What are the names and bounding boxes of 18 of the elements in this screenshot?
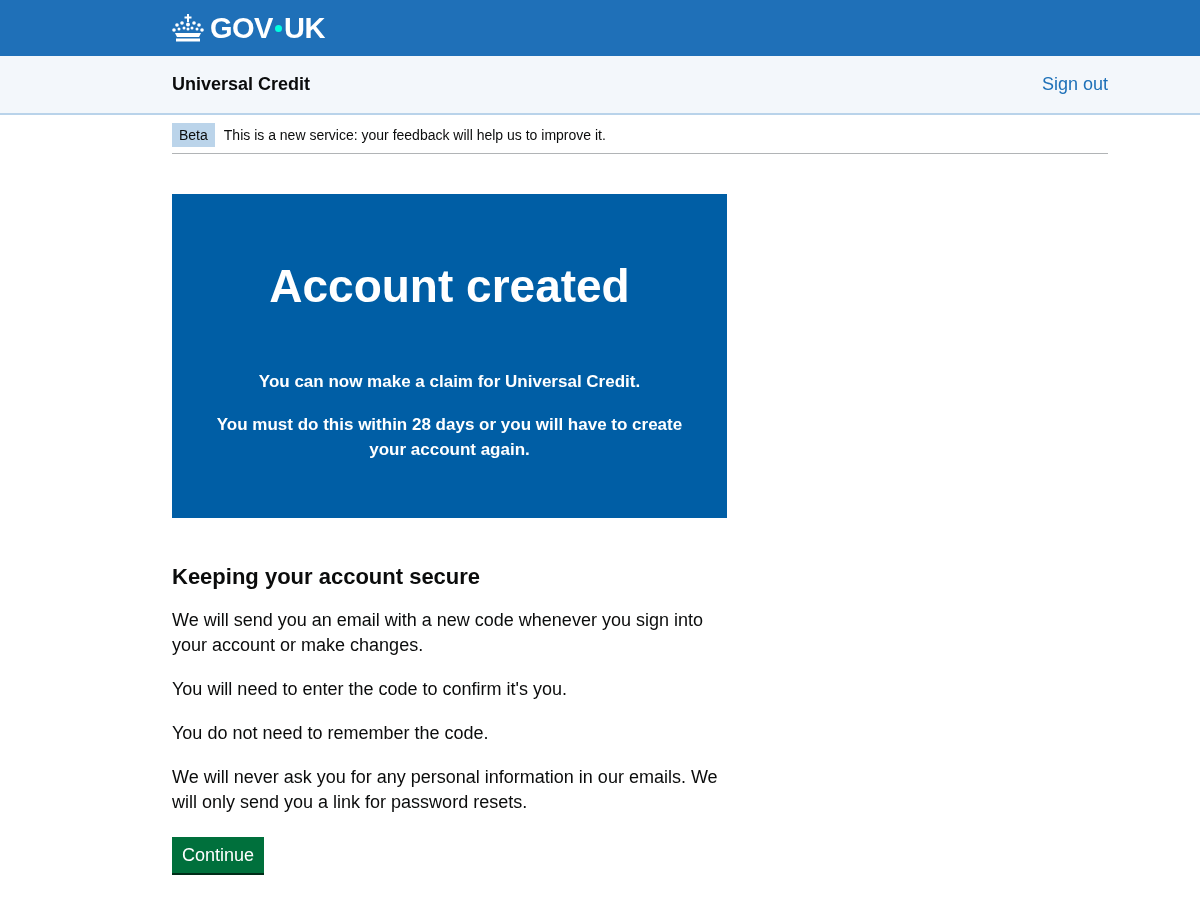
service-name: Universal Credit xyxy=(172,73,311,96)
body-text: We will never ask you for any personal information in our emails. We will only send you a link for password resets. xyxy=(172,766,719,814)
panel-title: Account created xyxy=(269,259,630,313)
dot-icon xyxy=(274,24,282,32)
phase-banner-text: This is a new service: your feedback will help us to improve it. xyxy=(223,125,606,145)
section-heading: Keeping your account secure xyxy=(172,563,481,591)
body-text: We will send you an email with a new code whenever you sign into your account or make changes. xyxy=(172,609,704,657)
panel-text: You can now make a claim for Universal Credit. xyxy=(258,371,641,393)
panel-text: You must do this within 28 days or you will have to create your account again. xyxy=(215,414,684,461)
continue-button[interactable]: Continue xyxy=(172,837,265,873)
phase-tag: Beta xyxy=(172,123,215,147)
crown-icon xyxy=(172,14,204,42)
logo-text: GOV xyxy=(210,13,273,43)
sign-out-link[interactable]: Sign out xyxy=(1041,71,1108,98)
body-text: You do not need to remember the code. xyxy=(172,722,490,745)
logo-text: UK xyxy=(283,13,325,43)
govuk-logo-link[interactable]: GOV UK xyxy=(172,13,325,43)
body-text: You will need to enter the code to confirm it's you. xyxy=(172,678,568,701)
